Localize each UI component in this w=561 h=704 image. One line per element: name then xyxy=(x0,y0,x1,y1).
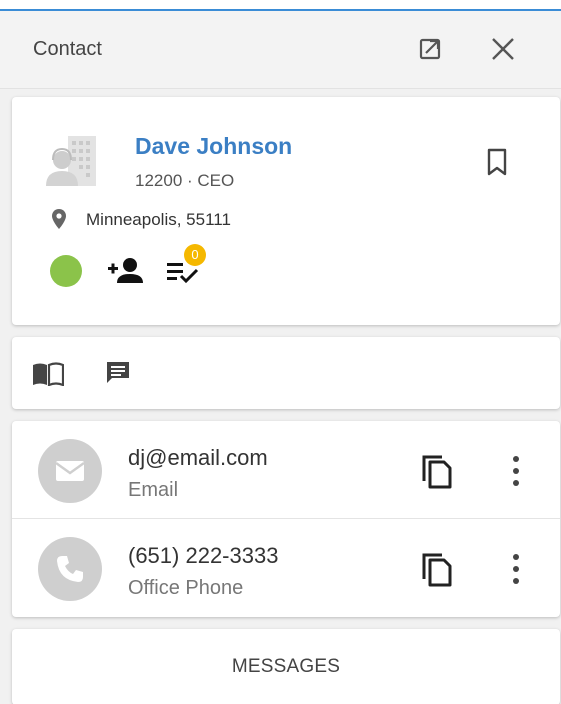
phone-row: (651) 222-3333 Office Phone xyxy=(12,519,560,617)
contact-panel: Contact Dave Johnson 12200 · CEO Minneap… xyxy=(0,9,561,704)
panel-title: Contact xyxy=(33,38,102,60)
copy-icon xyxy=(422,553,452,587)
email-row: dj@email.com Email xyxy=(12,421,560,519)
more-vertical-icon xyxy=(513,456,519,486)
email-avatar xyxy=(38,439,102,503)
close-button[interactable] xyxy=(489,35,517,63)
book-open-icon xyxy=(33,362,65,387)
panel-header: Contact xyxy=(0,11,561,89)
popout-button[interactable] xyxy=(416,35,444,63)
chat-button[interactable] xyxy=(104,359,132,387)
presence-status-dot xyxy=(50,255,82,287)
copy-phone-button[interactable] xyxy=(418,549,454,589)
open-in-new-icon xyxy=(419,38,441,60)
email-more-button[interactable] xyxy=(506,453,526,489)
notes-button[interactable] xyxy=(32,362,65,387)
person-add-icon xyxy=(108,258,143,283)
phone-value[interactable]: (651) 222-3333 xyxy=(128,543,278,569)
email-label: Email xyxy=(128,479,179,501)
close-icon xyxy=(492,38,514,60)
phone-avatar xyxy=(38,537,102,601)
email-value[interactable]: dj@email.com xyxy=(128,445,268,471)
add-contact-button[interactable] xyxy=(106,255,144,285)
copy-icon xyxy=(422,455,452,489)
messages-button[interactable]: MESSAGES xyxy=(12,629,560,704)
email-icon xyxy=(55,461,85,481)
phone-more-button[interactable] xyxy=(506,551,526,587)
messages-label: MESSAGES xyxy=(231,656,341,677)
more-vertical-icon xyxy=(513,554,519,584)
contact-id-title: 12200 · CEO xyxy=(135,171,235,190)
phone-label: Office Phone xyxy=(128,577,244,599)
phone-icon xyxy=(57,556,83,582)
task-count-badge: 0 xyxy=(184,244,206,266)
contact-name[interactable]: Dave Johnson xyxy=(135,133,292,160)
contact-location: Minneapolis, 55111 xyxy=(86,210,231,229)
company-contact-avatar-icon xyxy=(46,136,96,186)
location-pin-icon xyxy=(52,209,66,229)
contact-details-card: dj@email.com Email (651) 222-3333 Office… xyxy=(12,421,560,617)
tools-card xyxy=(12,337,560,409)
message-icon xyxy=(107,362,129,383)
copy-email-button[interactable] xyxy=(418,451,454,491)
bookmark-button[interactable] xyxy=(484,147,510,177)
bookmark-icon xyxy=(487,148,507,176)
contact-card: Dave Johnson 12200 · CEO Minneapolis, 55… xyxy=(12,97,560,325)
